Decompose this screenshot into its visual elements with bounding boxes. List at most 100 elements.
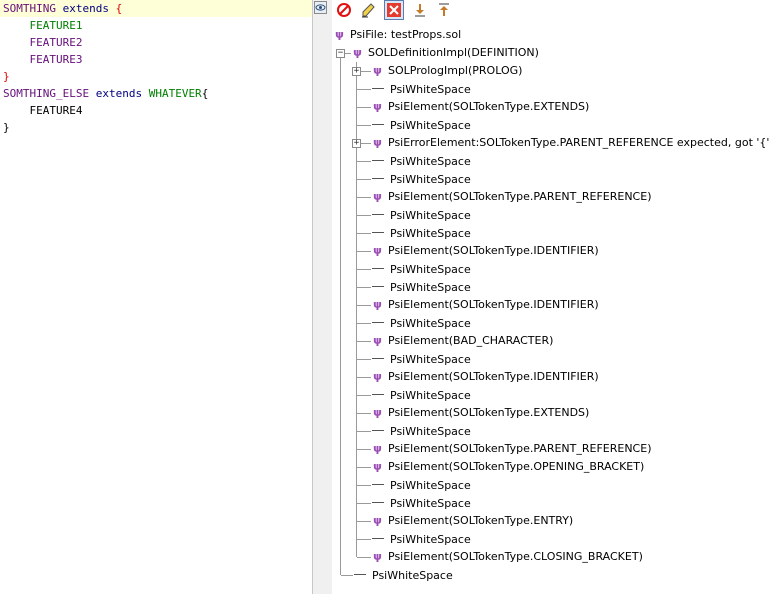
tree-node-label: PsiWhiteSpace — [390, 479, 471, 492]
psi-element-icon: ψ — [373, 334, 382, 347]
tree-node-psi[interactable]: ψ PsiElement(SOLTokenType.EXTENDS) — [372, 404, 589, 422]
tree-node-whitespace[interactable]: PsiWhiteSpace — [354, 566, 453, 584]
tree-node-whitespace[interactable]: PsiWhiteSpace — [372, 170, 471, 188]
whitespace-icon — [372, 206, 384, 215]
tree-node-label: PsiWhiteSpace — [390, 155, 471, 168]
tree-node-whitespace[interactable]: PsiWhiteSpace — [372, 80, 471, 98]
tree-node-label: PsiElement(BAD_CHARACTER) — [388, 334, 554, 347]
tree-guide-line — [357, 395, 371, 396]
code-line: SOMTHING extends { — [3, 0, 122, 17]
code-token: } — [3, 121, 10, 134]
tree-guide-line — [357, 161, 371, 162]
close-icon — [387, 3, 401, 17]
tree-guide-line — [357, 485, 371, 486]
tree-node-psi[interactable]: ψ PsiElement(SOLTokenType.PARENT_REFERENC… — [372, 188, 651, 206]
stop-button[interactable] — [334, 0, 354, 20]
tree-node-label: PsiWhiteSpace — [390, 263, 471, 276]
tree-guide-line — [357, 305, 371, 306]
tree-node-whitespace[interactable]: PsiWhiteSpace — [372, 278, 471, 296]
tree-guide-line — [357, 287, 371, 288]
whitespace-icon — [372, 80, 384, 89]
psi-element-icon: ψ — [373, 406, 382, 419]
psi-element-icon: ψ — [373, 514, 382, 527]
tree-guide-line — [357, 179, 371, 180]
code-editor[interactable]: SOMTHING extends { FEATURE1 FEATURE2 FEA… — [0, 0, 312, 594]
psi-element-icon: ψ — [373, 550, 382, 563]
tree-node-psi[interactable]: ψ SOLDefinitionImpl(DEFINITION) — [352, 44, 539, 62]
code-token: SOMTHING — [3, 2, 63, 15]
tree-guide-line — [357, 449, 371, 450]
code-line: } — [3, 119, 10, 136]
collapse-definition-toggle[interactable]: − — [336, 49, 345, 58]
psi-element-icon: ψ — [373, 298, 382, 311]
tree-node-label: PsiElement(SOLTokenType.IDENTIFIER) — [388, 298, 599, 311]
whitespace-icon — [372, 494, 384, 503]
tree-node-psi[interactable]: ψ PsiElement(SOLTokenType.IDENTIFIER) — [372, 296, 599, 314]
code-token: } — [3, 70, 10, 83]
tree-guide-line — [357, 251, 371, 252]
psi-viewer: ψ PsiFile: testProps.sol − ψ SOLDefinitionIm… — [332, 0, 774, 594]
tree-node-whitespace[interactable]: PsiWhiteSpace — [372, 314, 471, 332]
tree-node-psi[interactable]: ψ PsiElement(BAD_CHARACTER) — [372, 332, 553, 350]
tree-guide-line — [357, 125, 371, 126]
tree-node-whitespace[interactable]: PsiWhiteSpace — [372, 260, 471, 278]
code-token: { — [115, 2, 123, 15]
psi-element-icon: ψ — [335, 28, 344, 41]
tree-node-label: PsiElement(SOLTokenType.PARENT_REFERENCE… — [388, 190, 652, 203]
tree-node-psi[interactable]: ψ PsiElement(SOLTokenType.IDENTIFIER) — [372, 242, 599, 260]
tree-guide-line — [357, 215, 371, 216]
tree-node-whitespace[interactable]: PsiWhiteSpace — [372, 350, 471, 368]
code-token: extends — [95, 87, 143, 100]
whitespace-icon — [372, 224, 384, 233]
expand-all-button[interactable] — [410, 0, 430, 20]
tree-node-label: PsiWhiteSpace — [390, 119, 471, 132]
tree-node-psi[interactable]: ψ PsiFile: testProps.sol — [334, 26, 461, 44]
psi-element-icon: ψ — [373, 136, 382, 149]
tree-node-psi[interactable]: ψ PsiElement(SOLTokenType.OPENING_BRACKET… — [372, 458, 644, 476]
highlight-button[interactable] — [358, 0, 378, 20]
expand-node-toggle[interactable]: + — [352, 67, 361, 76]
tree-node-label: PsiElement(SOLTokenType.EXTENDS) — [388, 100, 590, 113]
tree-node-psi[interactable]: ψ PsiElement(SOLTokenType.IDENTIFIER) — [372, 368, 599, 386]
tree-node-whitespace[interactable]: PsiWhiteSpace — [372, 116, 471, 134]
code-line: FEATURE1 — [3, 17, 82, 34]
collapse-all-button[interactable] — [434, 0, 454, 20]
tree-node-whitespace[interactable]: PsiWhiteSpace — [372, 476, 471, 494]
tree-guide-line — [357, 269, 371, 270]
whitespace-icon — [372, 476, 384, 485]
tree-node-psi[interactable]: ψ PsiElement(SOLTokenType.PARENT_REFERENC… — [372, 440, 651, 458]
code-token: extends — [62, 2, 109, 15]
tree-guide-line — [357, 233, 371, 234]
stop-icon — [337, 3, 351, 17]
tree-guide-line — [357, 467, 371, 468]
tree-guide-line — [357, 89, 371, 90]
psi-element-icon: ψ — [373, 64, 382, 77]
tree-node-whitespace[interactable]: PsiWhiteSpace — [372, 386, 471, 404]
tree-node-label: PsiElement(SOLTokenType.IDENTIFIER) — [388, 244, 599, 257]
tree-node-whitespace[interactable]: PsiWhiteSpace — [372, 494, 471, 512]
expand-node-toggle[interactable]: + — [352, 139, 361, 148]
tree-node-whitespace[interactable]: PsiWhiteSpace — [372, 530, 471, 548]
collapse-all-icon — [439, 3, 449, 16]
tree-node-psi[interactable]: ψ PsiElement(SOLTokenType.EXTENDS) — [372, 98, 589, 116]
clear-button[interactable] — [384, 0, 404, 20]
tree-guide-line — [357, 323, 371, 324]
tree-node-psi[interactable]: ψ SOLPrologImpl(PROLOG) — [372, 62, 522, 80]
tree-guide-line — [356, 62, 357, 557]
psi-element-icon: ψ — [353, 46, 362, 59]
tree-node-psi[interactable]: ψ PsiElement(SOLTokenType.ENTRY) — [372, 512, 573, 530]
tree-node-whitespace[interactable]: PsiWhiteSpace — [372, 224, 471, 242]
tree-node-label: PsiErrorElement:SOLTokenType.PARENT_REFE… — [388, 136, 770, 149]
tree-node-whitespace[interactable]: PsiWhiteSpace — [372, 152, 471, 170]
tree-guide-line — [341, 575, 353, 576]
tree-node-whitespace[interactable]: PsiWhiteSpace — [372, 206, 471, 224]
show-tree-toggle[interactable] — [314, 1, 327, 14]
tree-node-label: SOLDefinitionImpl(DEFINITION) — [368, 46, 539, 59]
tree-guide-line — [357, 539, 371, 540]
tree-node-whitespace[interactable]: PsiWhiteSpace — [372, 422, 471, 440]
whitespace-icon — [372, 314, 384, 323]
tree-guide-line — [357, 107, 371, 108]
tree-node-psi[interactable]: ψ PsiElement(SOLTokenType.CLOSING_BRACKET… — [372, 548, 643, 566]
tree-node-psi[interactable]: ψ PsiErrorElement:SOLTokenType.PARENT_REF… — [372, 134, 769, 152]
tree-node-label: PsiWhiteSpace — [390, 83, 471, 96]
